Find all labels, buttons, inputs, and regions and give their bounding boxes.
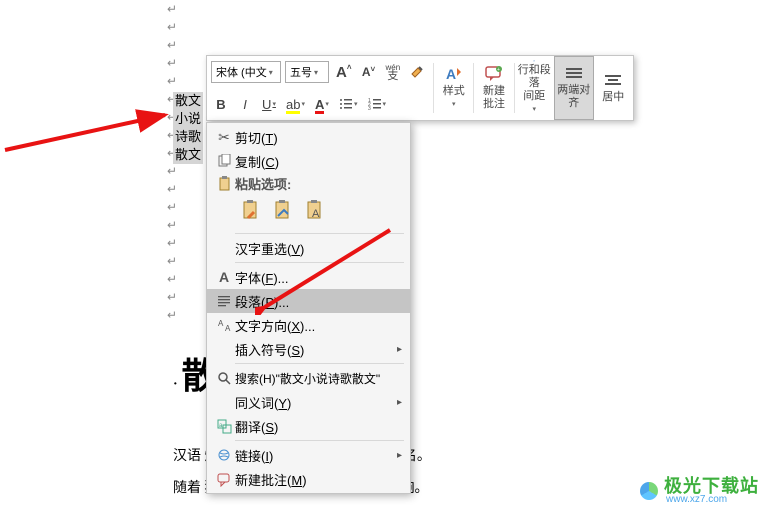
- phonetic-guide-button[interactable]: wén支: [383, 61, 404, 83]
- format-painter-button[interactable]: [407, 61, 429, 83]
- submenu-arrow-icon: ▸: [397, 397, 402, 408]
- watermark: 极光下载站 www.xz7.com: [640, 477, 759, 505]
- center-button[interactable]: 居中: [594, 56, 633, 120]
- increase-font-button[interactable]: A˄: [333, 61, 355, 83]
- font-color-button[interactable]: A▾: [312, 93, 332, 115]
- link-menuitem[interactable]: 链接(I) ▸: [207, 443, 410, 467]
- synonym-menuitem[interactable]: 同义词(Y) ▸: [207, 390, 410, 414]
- line-spacing-button[interactable]: 行和段落 间距▾: [515, 56, 554, 120]
- paste-text-only-button[interactable]: A: [301, 197, 329, 225]
- watermark-logo-icon: [640, 482, 658, 500]
- paste-keep-source-button[interactable]: [237, 197, 265, 225]
- underline-button[interactable]: U▾: [259, 93, 279, 115]
- insert-symbol-menuitem[interactable]: 插入符号(S) ▸: [207, 337, 410, 361]
- paste-options-row: A: [207, 193, 410, 231]
- svg-text:3: 3: [368, 106, 371, 111]
- comment-icon: [213, 472, 235, 487]
- numbering-button[interactable]: 123▾: [365, 93, 390, 115]
- submenu-arrow-icon: ▸: [397, 450, 402, 461]
- justify-button[interactable]: 两端对齐: [554, 56, 594, 120]
- styles-button[interactable]: A 样式▾: [434, 56, 473, 120]
- svg-text:A: A: [312, 208, 320, 220]
- bullets-button[interactable]: ▾: [336, 93, 361, 115]
- text-direction-menuitem[interactable]: AA 文字方向(X)...: [207, 313, 410, 337]
- cut-menuitem[interactable]: ✂ 剪切(T): [207, 125, 410, 149]
- context-menu: ✂ 剪切(T) 复制(C) 粘贴选项: A 汉字重选(V) A 字体(F)...: [206, 122, 411, 494]
- hanzi-reselect-menuitem[interactable]: 汉字重选(V): [207, 236, 410, 260]
- new-comment-button[interactable]: + 新建 批注: [474, 56, 513, 120]
- selected-text[interactable]: 散文 小说 诗歌 散文: [173, 92, 203, 164]
- decrease-font-button[interactable]: A˅: [359, 61, 379, 83]
- font-size-combo[interactable]: 五号▾: [285, 61, 329, 83]
- paste-merge-button[interactable]: [269, 197, 297, 225]
- watermark-url: www.xz7.com: [666, 495, 759, 505]
- watermark-brand: 极光下载站: [664, 477, 759, 495]
- clipboard-icon: [213, 176, 235, 191]
- italic-button[interactable]: I: [235, 93, 255, 115]
- copy-icon: [213, 154, 235, 169]
- paragraph-icon: [213, 294, 235, 309]
- paragraph-menuitem[interactable]: 段落(P)...: [207, 289, 410, 313]
- selected-line: 小说: [173, 110, 203, 128]
- search-icon: [213, 371, 235, 386]
- text-direction-icon: AA: [213, 318, 235, 333]
- mini-toolbar: 宋体 (中文▾ 五号▾ A˄ A˅ wén支 B I U▾ ab▾ A▾ ▾: [206, 55, 634, 121]
- font-a-icon: A: [213, 269, 235, 285]
- font-menuitem[interactable]: A 字体(F)...: [207, 265, 410, 289]
- highlight-color-button[interactable]: ab▾: [283, 93, 308, 115]
- search-menuitem[interactable]: 搜索(H)"散文小说诗歌散文": [207, 366, 410, 390]
- translate-menuitem[interactable]: a 翻译(S): [207, 414, 410, 438]
- translate-icon: a: [213, 419, 235, 434]
- new-comment-menuitem[interactable]: 新建批注(M): [207, 467, 410, 491]
- copy-menuitem[interactable]: 复制(C): [207, 149, 410, 173]
- svg-text:A: A: [446, 66, 456, 82]
- svg-text:A: A: [218, 319, 224, 328]
- svg-text:+: +: [497, 67, 500, 73]
- font-family-combo[interactable]: 宋体 (中文▾: [211, 61, 281, 83]
- bold-button[interactable]: B: [211, 93, 231, 115]
- svg-text:A: A: [225, 324, 231, 333]
- submenu-arrow-icon: ▸: [397, 344, 402, 355]
- link-icon-icon: [213, 448, 235, 463]
- selected-line: 散文: [173, 92, 203, 110]
- paste-options-label: 粘贴选项:: [207, 173, 410, 193]
- scissors-icon: ✂: [213, 129, 235, 146]
- selected-line: 诗歌: [173, 128, 203, 146]
- selected-line: 散文: [173, 146, 203, 164]
